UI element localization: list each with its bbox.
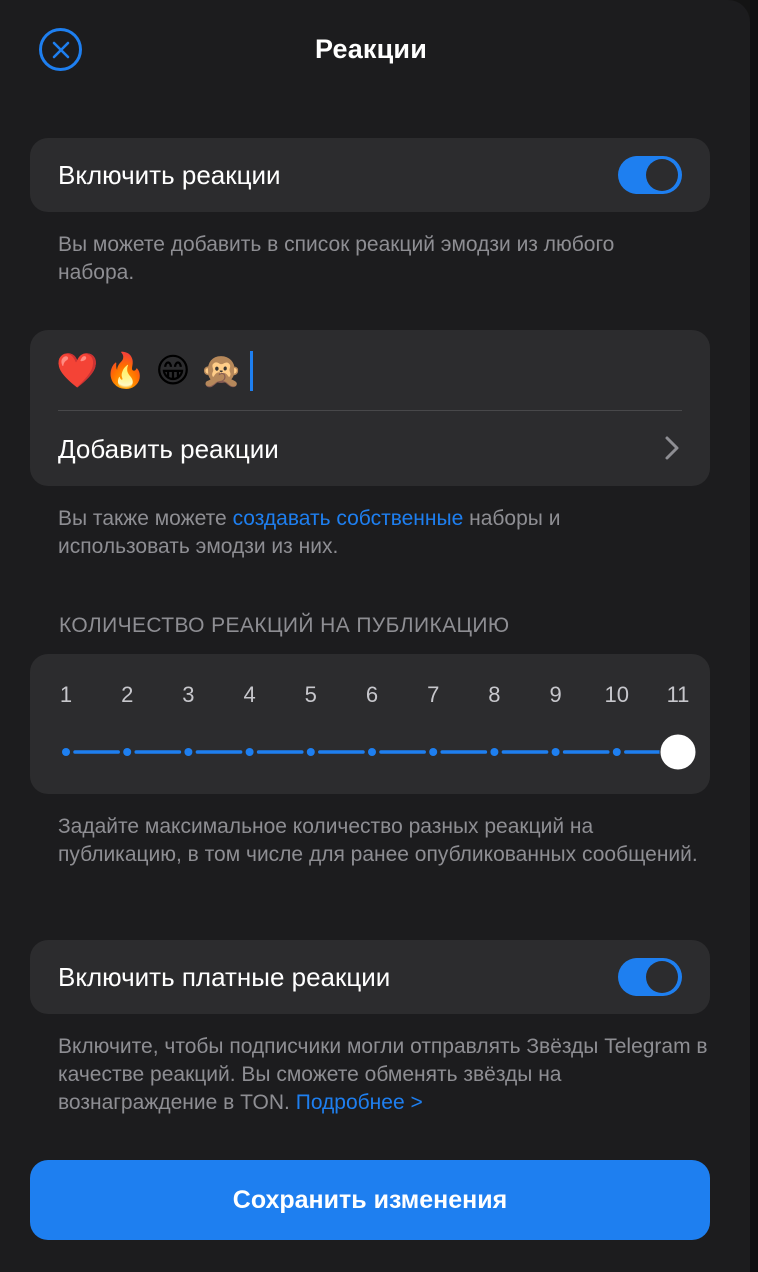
slider-step-dot[interactable] bbox=[245, 748, 254, 756]
slider-step-dot[interactable] bbox=[306, 748, 315, 756]
slider-step-dot[interactable] bbox=[62, 748, 70, 756]
slider-tick-label[interactable]: 8 bbox=[488, 682, 500, 708]
slider-tick-label[interactable]: 1 bbox=[60, 682, 72, 708]
slider-tick-label[interactable]: 10 bbox=[605, 682, 629, 708]
slider-tick-label[interactable]: 2 bbox=[121, 682, 133, 708]
slider-tick-label[interactable]: 7 bbox=[427, 682, 439, 708]
slider-tick-label[interactable]: 3 bbox=[182, 682, 194, 708]
reactions-list-card: ❤️ 🔥 😁 🙊 Добавить реакции bbox=[30, 330, 710, 486]
reaction-emoji[interactable]: 🙊 bbox=[200, 351, 242, 391]
add-reactions-label: Добавить реакции bbox=[58, 434, 279, 464]
chevron-right-icon bbox=[665, 436, 679, 460]
slider-step-dot[interactable] bbox=[612, 748, 621, 756]
background-edge bbox=[750, 0, 758, 1272]
hint-text: Вы также можете bbox=[58, 507, 233, 530]
paid-reactions-toggle[interactable] bbox=[618, 958, 682, 996]
selected-reactions[interactable]: ❤️ 🔥 😁 🙊 bbox=[56, 348, 253, 394]
slider-step-dot[interactable] bbox=[429, 748, 438, 756]
paid-reactions-row[interactable]: Включить платные реакции bbox=[30, 940, 710, 1014]
slider-tick-label[interactable]: 6 bbox=[366, 682, 378, 708]
slider-step-dot[interactable] bbox=[123, 748, 132, 756]
slider-step-dot[interactable] bbox=[184, 748, 193, 756]
enable-reactions-label: Включить реакции bbox=[58, 160, 281, 190]
slider-step-dot[interactable] bbox=[490, 748, 499, 756]
enable-reactions-row[interactable]: Включить реакции bbox=[30, 138, 710, 212]
slider-tick-label[interactable]: 4 bbox=[243, 682, 255, 708]
slider-tick-label[interactable]: 11 bbox=[667, 682, 690, 708]
text-caret bbox=[250, 351, 253, 391]
section-heading: КОЛИЧЕСТВО РЕАКЦИЙ НА ПУБЛИКАЦИЮ bbox=[59, 614, 510, 637]
save-changes-button[interactable]: Сохранить изменения bbox=[30, 1160, 710, 1240]
learn-more-link[interactable]: Подробнее > bbox=[296, 1091, 423, 1114]
create-sets-link[interactable]: создавать собственные bbox=[233, 507, 464, 530]
slider-tick-label[interactable]: 9 bbox=[549, 682, 561, 708]
paid-reactions-hint: Включите, чтобы подписчики могли отправл… bbox=[58, 1033, 708, 1117]
reactions-count-slider[interactable]: 1 2 3 4 5 6 7 8 9 10 11 bbox=[30, 654, 710, 794]
toggle-knob bbox=[646, 961, 678, 993]
slider-step-dot[interactable] bbox=[551, 748, 560, 756]
reaction-emoji[interactable]: 🔥 bbox=[104, 351, 146, 391]
count-hint: Задайте максимальное количество разных р… bbox=[58, 815, 698, 866]
reactions-sheet: Реакции Включить реакции Вы можете добав… bbox=[0, 0, 750, 1272]
toggle-knob bbox=[646, 159, 678, 191]
page-title: Реакции bbox=[314, 34, 428, 64]
paid-reactions-label: Включить платные реакции bbox=[58, 962, 391, 992]
add-reactions-row[interactable]: Добавить реакции bbox=[30, 411, 710, 486]
custom-sets-hint: Вы также можете создавать собственные на… bbox=[58, 505, 668, 561]
slider-tick-label[interactable]: 5 bbox=[305, 682, 317, 708]
slider-knob[interactable] bbox=[659, 733, 697, 771]
slider-step-dot[interactable] bbox=[368, 748, 376, 756]
reaction-emoji[interactable]: 😁 bbox=[152, 351, 194, 391]
reaction-emoji[interactable]: ❤️ bbox=[56, 351, 98, 391]
enable-reactions-hint: Вы можете добавить в список реакций эмод… bbox=[58, 233, 615, 284]
slider-track[interactable] bbox=[30, 654, 710, 794]
enable-reactions-toggle[interactable] bbox=[618, 156, 682, 194]
